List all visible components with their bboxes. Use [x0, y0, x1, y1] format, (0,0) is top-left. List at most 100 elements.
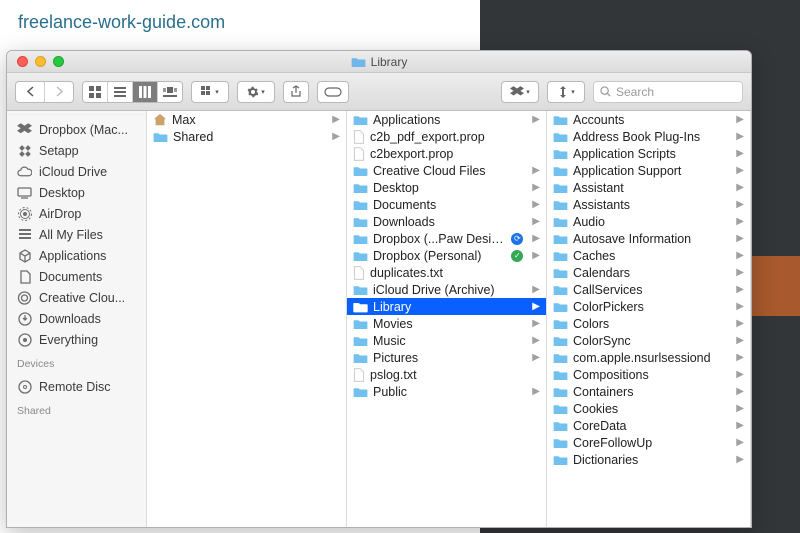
file-item[interactable]: Assistant▶ [547, 179, 750, 196]
file-item[interactable]: Calendars▶ [547, 264, 750, 281]
file-item[interactable]: Creative Cloud Files▶ [347, 162, 546, 179]
search-field[interactable]: Search [593, 81, 743, 103]
column-2[interactable]: Applications▶ c2b_pdf_export.prop c2bexpor… [347, 111, 547, 527]
item-icon [353, 266, 365, 280]
file-item[interactable]: ColorPickers▶ [547, 298, 750, 315]
item-name: Music [373, 334, 523, 348]
file-item[interactable]: ColorSync▶ [547, 332, 750, 349]
file-item[interactable]: Containers▶ [547, 383, 750, 400]
view-list-button[interactable] [108, 82, 132, 102]
sidebar-item[interactable]: iCloud Drive [7, 161, 146, 182]
file-item[interactable]: Public▶ [347, 383, 546, 400]
file-item[interactable]: Shared▶ [147, 128, 346, 145]
sidebar-item[interactable]: Downloads [7, 308, 146, 329]
chevron-right-icon: ▶ [732, 199, 744, 210]
file-item[interactable]: Music▶ [347, 332, 546, 349]
downloads-icon [17, 311, 32, 326]
file-item[interactable]: Compositions▶ [547, 366, 750, 383]
sidebar-item-label: Everything [39, 333, 98, 347]
view-column-button[interactable] [133, 82, 157, 102]
file-item[interactable]: Documents▶ [347, 196, 546, 213]
site-url-text: freelance-work-guide.com [18, 12, 225, 33]
file-item[interactable]: Accounts▶ [547, 111, 750, 128]
sidebar-item[interactable]: Applications [7, 245, 146, 266]
item-name: Creative Cloud Files [373, 164, 523, 178]
file-item[interactable]: Library▶ [347, 298, 546, 315]
file-item[interactable]: pslog.txt [347, 366, 546, 383]
file-item[interactable]: Dropbox (...Paw Design)⟳▶ [347, 230, 546, 247]
dropbox-button[interactable]: ▾ [501, 81, 539, 103]
item-name: c2b_pdf_export.prop [370, 130, 540, 144]
item-icon [553, 250, 568, 262]
action-button[interactable]: ▾ [237, 81, 275, 103]
file-item[interactable]: Autosave Information▶ [547, 230, 750, 247]
file-item[interactable]: Application Scripts▶ [547, 145, 750, 162]
synced-badge-icon: ✓ [511, 250, 523, 262]
sidebar-item-label: Remote Disc [39, 380, 111, 394]
forward-button[interactable] [45, 82, 73, 102]
zoom-button[interactable] [53, 56, 64, 67]
file-item[interactable]: CallServices▶ [547, 281, 750, 298]
file-item[interactable]: Dictionaries▶ [547, 451, 750, 468]
column-3[interactable]: Accounts▶Address Book Plug-Ins▶Applicati… [547, 111, 751, 527]
sidebar-item[interactable]: Everything [7, 329, 146, 350]
sidebar-item[interactable]: Documents [7, 266, 146, 287]
sidebar-item[interactable]: Creative Clou... [7, 287, 146, 308]
item-name: c2bexport.prop [370, 147, 540, 161]
file-item[interactable]: Application Support▶ [547, 162, 750, 179]
file-item[interactable]: Cookies▶ [547, 400, 750, 417]
view-buttons [82, 81, 183, 103]
titlebar[interactable]: Library [7, 51, 751, 73]
item-icon [553, 386, 568, 398]
back-button[interactable] [16, 82, 44, 102]
sidebar-item[interactable]: All My Files [7, 224, 146, 245]
file-item[interactable]: Movies▶ [347, 315, 546, 332]
sidebar-item[interactable]: AirDrop [7, 203, 146, 224]
share-button[interactable] [283, 81, 309, 103]
view-coverflow-button[interactable] [158, 82, 182, 102]
chevron-right-icon: ▶ [732, 131, 744, 142]
sidebar-item[interactable]: Setapp [7, 140, 146, 161]
file-item[interactable]: com.apple.nsurlsessiond▶ [547, 349, 750, 366]
chevron-right-icon: ▶ [732, 148, 744, 159]
minimize-button[interactable] [35, 56, 46, 67]
chevron-right-icon: ▶ [732, 352, 744, 363]
file-item[interactable]: Colors▶ [547, 315, 750, 332]
file-item[interactable]: iCloud Drive (Archive)▶ [347, 281, 546, 298]
item-icon [553, 335, 568, 347]
file-item[interactable]: CoreData▶ [547, 417, 750, 434]
sidebar-item[interactable]: Dropbox (Mac... [7, 119, 146, 140]
file-item[interactable]: Pictures▶ [347, 349, 546, 366]
file-item[interactable]: Caches▶ [547, 247, 750, 264]
file-item[interactable]: Address Book Plug-Ins▶ [547, 128, 750, 145]
chevron-right-icon: ▶ [732, 284, 744, 295]
close-button[interactable] [17, 56, 28, 67]
file-item[interactable]: Audio▶ [547, 213, 750, 230]
file-item[interactable]: c2b_pdf_export.prop [347, 128, 546, 145]
sidebar-item-label: Applications [39, 249, 106, 263]
file-item[interactable]: Downloads▶ [347, 213, 546, 230]
item-name: Cookies [573, 402, 727, 416]
file-item[interactable]: Desktop▶ [347, 179, 546, 196]
sidebar-item[interactable]: Remote Disc [7, 376, 146, 397]
file-item[interactable]: CoreFollowUp▶ [547, 434, 750, 451]
tags-button[interactable] [317, 81, 349, 103]
view-icon-button[interactable] [83, 82, 107, 102]
sync-button[interactable]: ▾ [547, 81, 585, 103]
item-icon [353, 284, 368, 296]
chevron-right-icon: ▶ [732, 182, 744, 193]
column-1[interactable]: Max▶Shared▶ [147, 111, 347, 527]
file-item[interactable]: Dropbox (Personal)✓▶ [347, 247, 546, 264]
chevron-right-icon: ▶ [732, 437, 744, 448]
item-name: Shared [173, 130, 323, 144]
file-item[interactable]: Assistants▶ [547, 196, 750, 213]
search-icon [600, 86, 611, 97]
arrange-button[interactable]: ▾ [191, 81, 229, 103]
file-item[interactable]: c2bexport.prop [347, 145, 546, 162]
sidebar-item[interactable]: Desktop [7, 182, 146, 203]
file-item[interactable]: Max▶ [147, 111, 346, 128]
sidebar-item-label: Creative Clou... [39, 291, 125, 305]
sidebar-item-label: Documents [39, 270, 102, 284]
file-item[interactable]: duplicates.txt [347, 264, 546, 281]
file-item[interactable]: Applications▶ [347, 111, 546, 128]
